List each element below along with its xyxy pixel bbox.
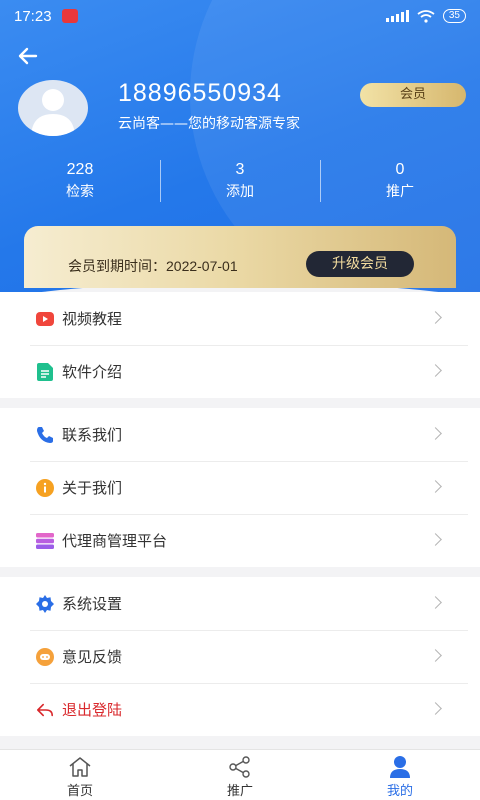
- user-slogan: 云尚客——您的移动客源专家: [118, 116, 300, 132]
- chevron-right-icon: [429, 311, 442, 324]
- battery-icon: 35: [442, 9, 466, 23]
- status-time: 17:23: [14, 8, 52, 25]
- status-icons: 35: [385, 9, 466, 23]
- menu-label: 退出登陆: [62, 701, 123, 719]
- member-badge: 会员: [360, 83, 466, 107]
- stat-label: 推广: [386, 184, 414, 200]
- stat-search[interactable]: 228 检索: [0, 158, 160, 206]
- chevron-right-icon: [429, 649, 442, 662]
- chevron-right-icon: [429, 427, 442, 440]
- server-icon: [36, 532, 54, 550]
- default-avatar-icon: [31, 89, 75, 136]
- video-play-icon: [36, 310, 54, 328]
- tab-label: 推广: [226, 784, 253, 799]
- section-gap: [0, 567, 480, 577]
- user-icon: [390, 756, 410, 778]
- menu-item-contact-us[interactable]: 联系我们: [0, 408, 480, 461]
- document-icon: [36, 362, 54, 381]
- menu-label: 代理商管理平台: [62, 532, 168, 550]
- wifi-icon: [417, 9, 435, 23]
- tab-home[interactable]: 首页: [0, 750, 160, 800]
- menu-item-software-intro[interactable]: 软件介绍: [0, 345, 480, 398]
- tab-label: 我的: [386, 784, 413, 799]
- signal-icon: [385, 10, 409, 22]
- menu-label: 视频教程: [62, 310, 123, 328]
- info-icon: [36, 478, 54, 497]
- logout-icon: [36, 701, 54, 719]
- menu-item-about-us[interactable]: 关于我们: [0, 461, 480, 514]
- membership-expiry: 会员到期时间：2022-07-01: [68, 256, 238, 276]
- gear-icon: [36, 594, 54, 613]
- menu-group-about: 联系我们 关于我们 代理商管理平台: [0, 408, 480, 567]
- chevron-right-icon: [429, 364, 442, 377]
- menu-item-video-tutorial[interactable]: 视频教程: [0, 292, 480, 345]
- user-phone: 18896550934: [118, 79, 282, 107]
- menu-label: 意见反馈: [62, 648, 123, 666]
- share-icon: [229, 756, 250, 778]
- tab-mine[interactable]: 我的: [320, 750, 480, 800]
- menu-group-system: 系统设置 意见反馈 退出登陆: [0, 577, 480, 736]
- home-icon: [69, 757, 91, 777]
- section-gap: [0, 398, 480, 408]
- menu-label: 软件介绍: [62, 363, 123, 381]
- stat-promote[interactable]: 0 推广: [320, 158, 480, 206]
- membership-card: 会员到期时间：2022-07-01 升级会员: [24, 226, 456, 288]
- stat-value: 3: [235, 161, 245, 178]
- menu-group-learn: 视频教程 软件介绍: [0, 292, 480, 398]
- settings-menu: 视频教程 软件介绍 联系我们 关于我们 代理商管理平台 系统设置 意见反馈 退出…: [0, 292, 480, 736]
- stat-added[interactable]: 3 添加: [160, 158, 320, 206]
- feedback-chat-icon: [36, 647, 54, 666]
- chevron-right-icon: [429, 702, 442, 715]
- menu-item-system-settings[interactable]: 系统设置: [0, 577, 480, 630]
- menu-item-agent-platform[interactable]: 代理商管理平台: [0, 514, 480, 567]
- menu-item-logout[interactable]: 退出登陆: [0, 683, 480, 736]
- bottom-tab-bar: 首页 推广 我的: [0, 749, 480, 800]
- stat-value: 0: [395, 161, 405, 178]
- phone-icon: [36, 426, 54, 444]
- chevron-right-icon: [429, 596, 442, 609]
- stats-row: 228 检索 3 添加 0 推广: [0, 158, 480, 206]
- chevron-right-icon: [429, 533, 442, 546]
- tab-label: 首页: [66, 784, 93, 799]
- expiry-date: 2022-07-01: [166, 258, 238, 274]
- back-arrow-icon[interactable]: [14, 42, 42, 70]
- menu-label: 系统设置: [62, 595, 123, 613]
- notification-icon: [62, 9, 78, 23]
- expiry-label: 会员到期时间：: [68, 258, 166, 274]
- menu-label: 关于我们: [62, 479, 123, 497]
- menu-label: 联系我们: [62, 426, 123, 444]
- menu-item-feedback[interactable]: 意见反馈: [0, 630, 480, 683]
- chevron-right-icon: [429, 480, 442, 493]
- upgrade-membership-button[interactable]: 升级会员: [306, 251, 414, 277]
- status-bar: 17:23 35: [0, 0, 480, 34]
- tab-promote[interactable]: 推广: [160, 750, 320, 800]
- stat-label: 检索: [66, 184, 94, 200]
- stat-label: 添加: [226, 184, 254, 200]
- stat-value: 228: [66, 161, 94, 178]
- avatar[interactable]: [18, 80, 88, 136]
